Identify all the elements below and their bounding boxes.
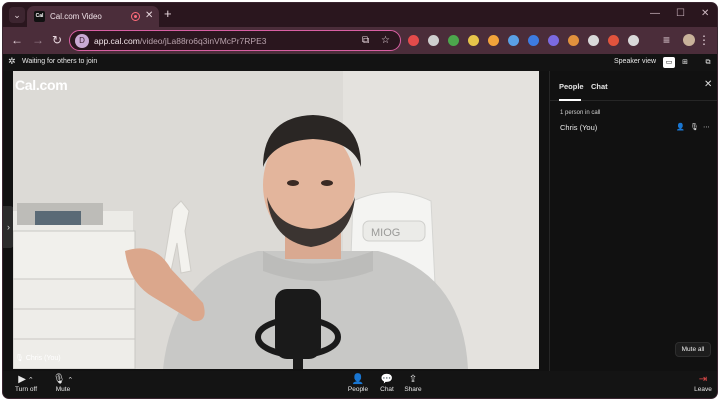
video-stage: › MIOG Cal.com 🎙 Chris (You) bbox=[3, 71, 549, 371]
camera-icon: ▶ ⌃ bbox=[18, 374, 34, 385]
address-bar[interactable]: D app.cal.com/video/jLa88ro6q3inVMcPr7RP… bbox=[69, 30, 401, 51]
cast-icon[interactable]: ⧉ bbox=[362, 35, 369, 46]
tab-search-button[interactable]: ⌄ bbox=[9, 7, 25, 23]
extension-icon[interactable] bbox=[528, 35, 539, 46]
url-path: /video/jLa88ro6q3inVMcPr7RPE3 bbox=[139, 36, 267, 46]
chat-label: Chat bbox=[380, 386, 394, 393]
extension-icon[interactable] bbox=[468, 35, 479, 46]
camera-label: Turn off bbox=[14, 386, 38, 393]
name-tag-label: Chris (You) bbox=[25, 355, 61, 362]
active-tab-indicator bbox=[559, 99, 581, 101]
profile-avatar[interactable] bbox=[683, 34, 695, 46]
browser-tab[interactable]: Cal Cal.com Video ✕ bbox=[27, 6, 159, 27]
cal-favicon-icon: Cal bbox=[34, 11, 45, 22]
people-label: People bbox=[347, 386, 369, 393]
tab-chat[interactable]: Chat bbox=[591, 82, 608, 91]
cal-logo: Cal.com bbox=[15, 77, 68, 93]
webcam-image: MIOG bbox=[13, 71, 539, 369]
tab-close-icon[interactable]: ✕ bbox=[145, 10, 153, 21]
chat-icon: 💬 bbox=[380, 374, 394, 385]
share-icon: ⇪ bbox=[408, 374, 418, 385]
mic-label: Mute bbox=[55, 386, 71, 393]
call-controls: ▶ ⌃ Turn off 🎙 ⌃ Mute 👤 People 💬 Chat ⇪ … bbox=[3, 371, 717, 399]
mic-icon: 🎙 bbox=[15, 355, 24, 362]
browser-menu-icon[interactable]: ⋮ bbox=[698, 33, 710, 47]
svg-text:MIOG: MIOG bbox=[371, 227, 400, 239]
browser-toolbar: ← → ↻ D app.cal.com/video/jLa88ro6q3inVM… bbox=[3, 27, 717, 54]
grid-view-icon[interactable]: ⊞ bbox=[679, 57, 691, 68]
media-controls-icon[interactable]: ≡ bbox=[663, 33, 670, 47]
back-icon[interactable]: ← bbox=[11, 33, 23, 47]
extension-icon[interactable] bbox=[568, 35, 579, 46]
tab-title: Cal.com Video bbox=[50, 12, 102, 21]
minimize-icon[interactable]: — bbox=[650, 8, 660, 19]
browser-window: ⌄ Cal Cal.com Video ✕ + — ☐ ✕ ← → ↻ D ap… bbox=[2, 2, 718, 399]
new-tab-icon[interactable]: + bbox=[164, 6, 172, 21]
extension-icon[interactable] bbox=[508, 35, 519, 46]
people-button[interactable]: 👤 People bbox=[344, 373, 372, 393]
participant-count: 1 person in call bbox=[560, 110, 601, 116]
mic-toggle-button[interactable]: 🎙 ⌃ Mute bbox=[49, 373, 77, 393]
leave-label: Leave bbox=[694, 386, 712, 393]
maximize-icon[interactable]: ☐ bbox=[676, 8, 685, 19]
recording-indicator-icon bbox=[131, 12, 140, 21]
extension-icon[interactable] bbox=[548, 35, 559, 46]
camera-toggle-button[interactable]: ▶ ⌃ Turn off bbox=[11, 373, 41, 393]
extension-icon[interactable] bbox=[428, 35, 439, 46]
participant-name: Chris (You) bbox=[560, 123, 598, 132]
leave-icon: ⇥ bbox=[698, 374, 708, 385]
url-host: app.cal.com bbox=[94, 36, 140, 46]
extension-icon[interactable] bbox=[588, 35, 599, 46]
mic-icon: 🎙 ⌃ bbox=[52, 374, 74, 385]
share-button[interactable]: ⇪ Share bbox=[401, 373, 425, 393]
share-label: Share bbox=[404, 386, 422, 393]
participant-name-tag: 🎙 Chris (You) bbox=[15, 354, 61, 362]
participant-mic-icon[interactable]: 🎙 bbox=[690, 123, 699, 131]
view-mode-label: Speaker view bbox=[614, 58, 657, 65]
app-header: ✲ Waiting for others to join Speaker vie… bbox=[3, 54, 717, 71]
extension-icon[interactable] bbox=[608, 35, 619, 46]
participant-more-icon[interactable]: ⋯ bbox=[703, 123, 710, 131]
waiting-status: Waiting for others to join bbox=[22, 58, 98, 65]
tab-strip: ⌄ Cal Cal.com Video ✕ + — ☐ ✕ bbox=[3, 3, 717, 27]
panel-tabs: People Chat ✕ bbox=[550, 71, 717, 101]
mute-all-button[interactable]: Mute all bbox=[675, 342, 711, 357]
person-pin-icon[interactable]: 👤 bbox=[676, 123, 685, 131]
extension-icon[interactable] bbox=[628, 35, 639, 46]
bookmark-star-icon[interactable]: ☆ bbox=[381, 35, 390, 46]
tab-people[interactable]: People bbox=[559, 82, 584, 91]
people-icon: 👤 bbox=[351, 374, 365, 385]
extension-icon[interactable] bbox=[408, 35, 419, 46]
extension-icon[interactable] bbox=[448, 35, 459, 46]
reload-icon[interactable]: ↻ bbox=[52, 33, 62, 47]
url-text[interactable]: app.cal.com/video/jLa88ro6q3inVMcPr7RPE3 bbox=[94, 36, 266, 46]
forward-icon[interactable]: → bbox=[32, 33, 44, 47]
picture-in-picture-icon[interactable]: ⧉ bbox=[702, 57, 714, 68]
settings-gear-icon[interactable]: ✲ bbox=[8, 56, 16, 67]
speaker-view-icon[interactable]: ▭ bbox=[663, 57, 675, 68]
people-panel: People Chat ✕ 1 person in call Chris (Yo… bbox=[549, 71, 717, 371]
people-active-indicator bbox=[344, 398, 372, 399]
site-info-icon[interactable]: D bbox=[75, 34, 89, 48]
self-video-feed: MIOG Cal.com 🎙 Chris (You) bbox=[13, 71, 539, 369]
chat-button[interactable]: 💬 Chat bbox=[375, 373, 399, 393]
leave-button[interactable]: ⇥ Leave bbox=[691, 373, 715, 393]
panel-close-icon[interactable]: ✕ bbox=[704, 79, 712, 90]
window-close-icon[interactable]: ✕ bbox=[701, 8, 709, 19]
extension-icon[interactable] bbox=[488, 35, 499, 46]
